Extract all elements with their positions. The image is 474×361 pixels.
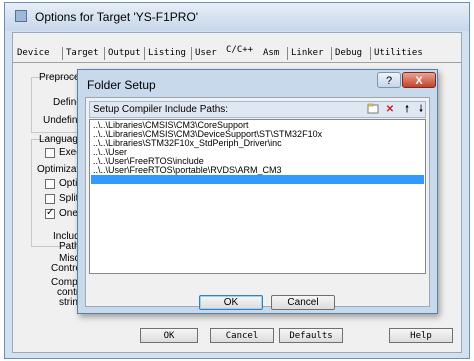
tab-asm[interactable]: Asm: [263, 48, 279, 58]
cancel-button[interactable]: Cancel: [210, 328, 274, 343]
include-paths-list[interactable]: ..\..\Libraries\CMSIS\CM3\CoreSupport ..…: [89, 119, 426, 274]
tab-output[interactable]: Output: [108, 48, 141, 58]
tab-underline: [13, 62, 461, 63]
tab-strip: Device Target Output Listing User C/C++ …: [13, 45, 461, 63]
window-titlebar[interactable]: Options for Target 'YS-F1PRO': [5, 3, 469, 31]
dialog-title: Folder Setup: [87, 78, 156, 92]
ok-button[interactable]: OK: [140, 328, 198, 343]
include-paths-header: Setup Compiler Include Paths: ✕ 🠕 🠗: [89, 101, 426, 118]
move-down-icon[interactable]: 🠗: [414, 103, 428, 116]
dialog-ok-button[interactable]: OK: [199, 295, 263, 310]
list-item[interactable]: ..\..\Libraries\STM32F10x_StdPeriph_Driv…: [91, 139, 424, 148]
tab-debug[interactable]: Debug: [335, 48, 362, 58]
tab-device[interactable]: Device: [17, 48, 50, 58]
tab-utilities[interactable]: Utilities: [374, 48, 423, 58]
include-paths-label: Setup Compiler Include Paths:: [93, 104, 229, 115]
close-icon[interactable]: X: [402, 72, 436, 88]
execute-checkbox[interactable]: [45, 148, 55, 158]
optimize-checkbox[interactable]: [45, 179, 55, 189]
tab-c-cpp[interactable]: C/C++: [226, 45, 253, 55]
help-button[interactable]: Help: [389, 328, 453, 343]
defaults-button[interactable]: Defaults: [279, 328, 343, 343]
one-elf-checkbox[interactable]: [45, 207, 55, 219]
app-icon: [15, 10, 27, 22]
tab-user[interactable]: User: [195, 48, 217, 58]
dialog-body: Setup Compiler Include Paths: ✕ 🠕 🠗 ..\.…: [85, 97, 430, 310]
delete-icon[interactable]: ✕: [383, 103, 397, 116]
tab-linker[interactable]: Linker: [291, 48, 324, 58]
help-icon[interactable]: ?: [377, 72, 401, 88]
folder-setup-dialog: Folder Setup ? X Setup Compiler Include …: [77, 69, 438, 314]
move-up-icon[interactable]: 🠕: [400, 103, 414, 116]
list-item[interactable]: ..\..\User\FreeRTOS\portable\RVDS\ARM_CM…: [91, 166, 424, 175]
new-folder-icon[interactable]: [366, 103, 380, 116]
window-title: Options for Target 'YS-F1PRO': [35, 10, 199, 24]
dialog-cancel-button[interactable]: Cancel: [271, 295, 335, 310]
list-item-selected[interactable]: [91, 175, 424, 184]
tab-listing[interactable]: Listing: [148, 48, 186, 58]
split-checkbox[interactable]: [45, 194, 55, 204]
tab-target[interactable]: Target: [66, 48, 99, 58]
